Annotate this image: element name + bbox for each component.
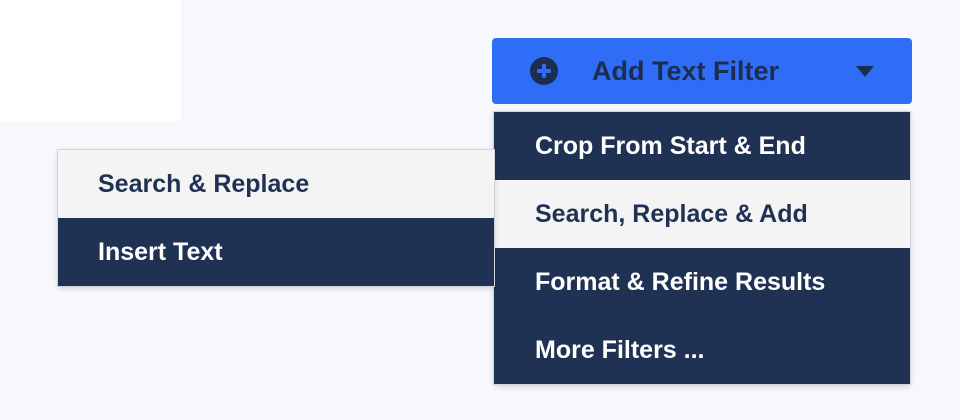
filter-dropdown-menu: Crop From Start & End Search, Replace & … [494,112,910,384]
menu-item-more-filters[interactable]: More Filters ... [494,316,910,384]
add-text-filter-button[interactable]: Add Text Filter [492,38,912,104]
search-replace-submenu: Search & Replace Insert Text [58,150,494,286]
menu-item-format-refine-results[interactable]: Format & Refine Results [494,248,910,316]
menu-item-search-replace-add[interactable]: Search, Replace & Add [494,180,910,248]
blank-panel [0,0,181,121]
add-text-filter-label: Add Text Filter [592,56,780,86]
caret-down-icon[interactable] [856,66,874,77]
submenu-item-insert-text[interactable]: Insert Text [58,218,494,286]
plus-circle-icon [530,57,558,85]
menu-item-crop-from-start-end[interactable]: Crop From Start & End [494,112,910,180]
submenu-item-search-replace[interactable]: Search & Replace [58,150,494,218]
